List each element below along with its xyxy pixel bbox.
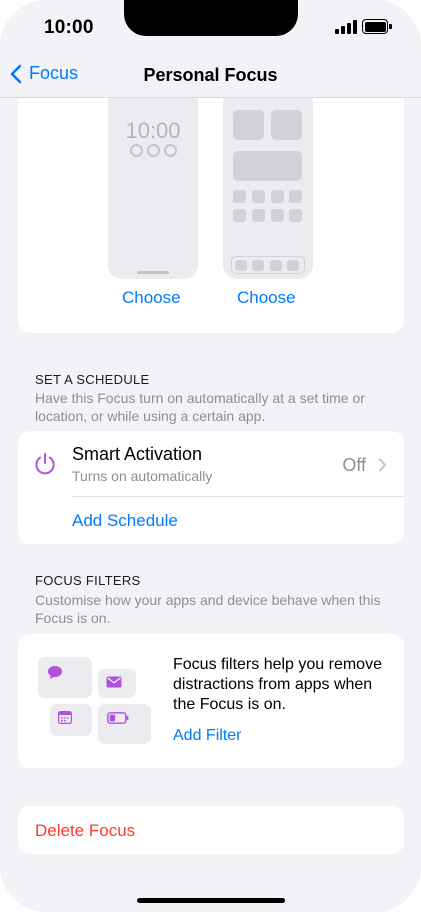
choose-lock-screen-button[interactable]: Choose <box>122 288 181 308</box>
smart-activation-subtitle: Turns on automatically <box>72 468 213 484</box>
mail-icon <box>106 676 122 688</box>
focus-filters-card: Focus filters help you remove distractio… <box>18 634 404 768</box>
notch <box>124 0 298 36</box>
page-title: Personal Focus <box>143 65 278 85</box>
cellular-signal-icon <box>335 20 357 34</box>
filters-section-header: FOCUS FILTERS <box>35 573 141 588</box>
calendar-icon <box>58 711 72 724</box>
delete-focus-card: Delete Focus <box>18 806 404 854</box>
smart-activation-row[interactable]: Smart Activation Turns on automatically … <box>18 431 404 496</box>
schedule-section-description: Have this Focus turn on automatically at… <box>35 390 365 424</box>
smart-activation-title: Smart Activation <box>72 444 203 464</box>
phone-screen: 10:00 Focus Personal Focus 10:00 Choose … <box>0 0 421 912</box>
lock-screen-preview[interactable]: 10:00 <box>108 98 198 279</box>
lock-screen-home-bar <box>137 271 169 274</box>
customise-screens-card: 10:00 Choose Choose <box>18 98 404 333</box>
row-divider <box>72 496 404 497</box>
choose-home-screen-button[interactable]: Choose <box>237 288 296 308</box>
power-icon <box>35 453 55 475</box>
status-time: 10:00 <box>44 17 94 38</box>
add-schedule-button[interactable]: Add Schedule <box>72 511 178 531</box>
delete-focus-button[interactable]: Delete Focus <box>35 821 135 841</box>
chevron-right-icon <box>379 458 386 472</box>
battery-icon <box>362 19 392 34</box>
navigation-bar: Focus Personal Focus <box>0 50 421 98</box>
message-icon <box>48 666 62 679</box>
schedule-section-header: SET A SCHEDULE <box>35 372 150 387</box>
filters-section-description: Customise how your apps and device behav… <box>35 592 381 626</box>
battery-low-power-icon <box>107 712 129 724</box>
smart-activation-value: Off <box>342 455 366 475</box>
lock-screen-time: 10:00 <box>125 118 181 143</box>
home-indicator[interactable] <box>137 898 285 903</box>
lock-screen-widgets <box>130 144 177 157</box>
add-filter-button[interactable]: Add Filter <box>173 727 241 745</box>
filters-description-text: Focus filters help you remove distractio… <box>173 656 382 713</box>
schedule-card: Smart Activation Turns on automatically … <box>18 431 404 544</box>
home-screen-preview[interactable] <box>223 98 313 279</box>
